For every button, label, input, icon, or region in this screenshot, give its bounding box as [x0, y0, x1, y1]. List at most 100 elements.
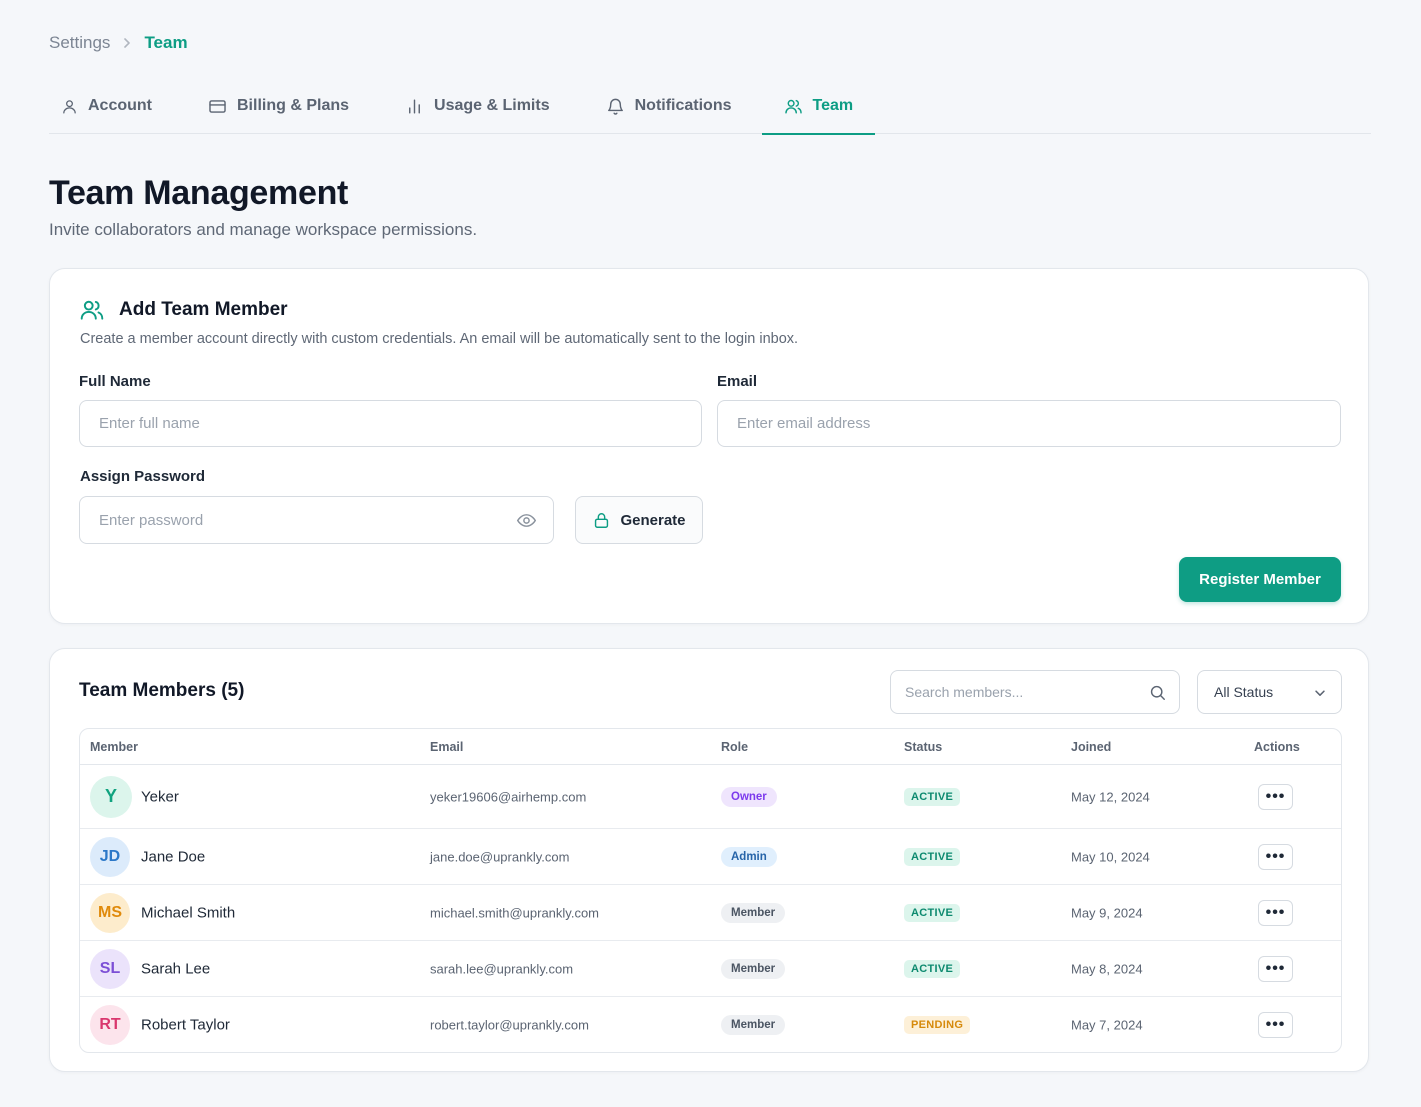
column-joined: Joined: [1071, 740, 1112, 754]
column-email: Email: [430, 740, 464, 754]
avatar: Y: [90, 775, 132, 818]
status-filter-value: All Status: [1214, 684, 1274, 700]
member-email: robert.taylor@uprankly.com: [430, 1017, 589, 1032]
more-icon: •••: [1265, 847, 1286, 865]
bar-chart-icon: [409, 98, 420, 114]
role-badge: Owner: [721, 786, 777, 807]
member-name: Sarah Lee: [141, 960, 211, 977]
table-row[interactable]: JD Jane Doe jane.doe@uprankly.com Admin …: [80, 829, 1341, 885]
eye-icon[interactable]: [516, 510, 537, 531]
table-row[interactable]: RT Robert Taylor robert.taylor@uprankly.…: [80, 997, 1341, 1052]
tab-label: Usage & Limits: [434, 97, 550, 114]
generate-password-button[interactable]: Generate: [575, 496, 703, 544]
tab-label: Notifications: [634, 97, 732, 114]
team-members-card: Team Members (5) Search members... All S…: [49, 648, 1369, 1072]
role-badge: Admin: [721, 846, 777, 867]
column-actions: Actions: [1254, 740, 1300, 754]
email-label: Email: [717, 373, 758, 390]
joined-date: May 8, 2024: [1071, 961, 1143, 976]
full-name-label: Full Name: [79, 373, 151, 390]
more-actions-button[interactable]: •••: [1258, 955, 1293, 982]
status-badge: ACTIVE: [904, 787, 961, 806]
full-name-input[interactable]: Enter full name: [79, 400, 702, 447]
table-row[interactable]: MS Michael Smith michael.smith@uprankly.…: [80, 885, 1341, 941]
email-input[interactable]: Enter email address: [717, 400, 1341, 447]
tab-usage[interactable]: Usage & Limits: [391, 78, 564, 134]
page-subtitle: Invite collaborators and manage workspac…: [49, 220, 478, 239]
password-label: Assign Password: [80, 468, 206, 485]
password-placeholder: Enter password: [99, 511, 204, 529]
column-status: Status: [904, 740, 943, 754]
add-member-title: Add Team Member: [119, 299, 288, 320]
tab-billing[interactable]: Billing & Plans: [194, 78, 363, 134]
add-member-description: Create a member account directly with cu…: [80, 331, 799, 347]
more-actions-button[interactable]: •••: [1258, 843, 1293, 870]
tab-label: Billing & Plans: [237, 97, 350, 114]
email-placeholder: Enter email address: [737, 415, 871, 432]
team-members-table: Member Email Role Status Joined Actions …: [79, 728, 1342, 1053]
more-icon: •••: [1265, 787, 1286, 805]
status-badge: ACTIVE: [904, 847, 961, 866]
member-email: yeker19606@airhemp.com: [430, 789, 587, 804]
search-icon: [1150, 685, 1165, 700]
avatar: JD: [90, 836, 130, 877]
member-name: Robert Taylor: [141, 1016, 230, 1033]
table-row[interactable]: SL Sarah Lee sarah.lee@uprankly.com Memb…: [80, 941, 1341, 997]
role-badge: Member: [721, 958, 786, 979]
register-member-button[interactable]: Register Member: [1179, 557, 1341, 602]
more-icon: •••: [1265, 903, 1286, 921]
status-badge: ACTIVE: [904, 903, 961, 922]
breadcrumb-current: Team: [144, 33, 188, 52]
joined-date: May 7, 2024: [1071, 1017, 1143, 1032]
status-badge: ACTIVE: [904, 959, 961, 978]
users-icon: [784, 99, 802, 114]
add-team-member-card: Add Team Member Create a member account …: [49, 268, 1369, 624]
tab-account[interactable]: Account: [49, 78, 166, 134]
table-row[interactable]: Y Yeker yeker19606@airhemp.com Owner ACT…: [80, 765, 1341, 829]
avatar: RT: [90, 1004, 130, 1045]
status-badge: PENDING: [904, 1015, 971, 1034]
more-actions-button[interactable]: •••: [1258, 899, 1293, 926]
member-name: Jane Doe: [141, 848, 206, 865]
page-title: Team Management: [49, 174, 349, 212]
full-name-placeholder: Enter full name: [99, 415, 200, 432]
tab-notifications[interactable]: Notifications: [592, 78, 746, 134]
breadcrumb: Settings Team: [49, 33, 188, 53]
tab-team[interactable]: Team: [761, 78, 876, 135]
role-badge: Member: [721, 1014, 786, 1035]
member-name: Michael Smith: [141, 904, 236, 921]
joined-date: May 10, 2024: [1071, 849, 1150, 864]
more-icon: •••: [1265, 959, 1286, 977]
tab-label: Account: [88, 97, 152, 114]
user-icon: [63, 99, 76, 114]
credit-card-icon: [209, 99, 226, 113]
member-email: sarah.lee@uprankly.com: [430, 961, 574, 976]
team-members-title: Team Members (5): [79, 680, 245, 701]
table-header: Member Email Role Status Joined Actions: [80, 729, 1341, 765]
settings-page: Settings Team Account Billing & Plans Us…: [0, 0, 1421, 1107]
password-input[interactable]: Enter password: [79, 496, 554, 544]
role-badge: Member: [721, 902, 786, 923]
avatar: SL: [90, 948, 130, 989]
more-icon: •••: [1265, 1015, 1286, 1033]
search-placeholder: Search members...: [905, 684, 1024, 700]
add-member-header: Add Team Member: [79, 297, 288, 323]
member-email: jane.doe@uprankly.com: [430, 849, 570, 864]
avatar: MS: [90, 892, 130, 933]
status-filter-select[interactable]: All Status: [1197, 670, 1342, 714]
member-name: Yeker: [141, 788, 179, 805]
lock-icon: [595, 512, 609, 528]
generate-label: Generate: [620, 511, 686, 529]
bell-icon: [607, 98, 623, 115]
tab-label: Team: [812, 97, 854, 114]
search-members-input[interactable]: Search members...: [890, 670, 1180, 714]
more-actions-button[interactable]: •••: [1258, 783, 1293, 810]
chevron-down-icon: [1315, 690, 1325, 696]
more-actions-button[interactable]: •••: [1258, 1011, 1293, 1038]
column-role: Role: [721, 740, 749, 754]
settings-tabs: Account Billing & Plans Usage & Limits N…: [49, 78, 1371, 135]
column-member: Member: [90, 740, 138, 754]
chevron-right-icon: [122, 37, 132, 49]
breadcrumb-settings-link[interactable]: Settings: [49, 33, 110, 53]
joined-date: May 9, 2024: [1071, 905, 1143, 920]
